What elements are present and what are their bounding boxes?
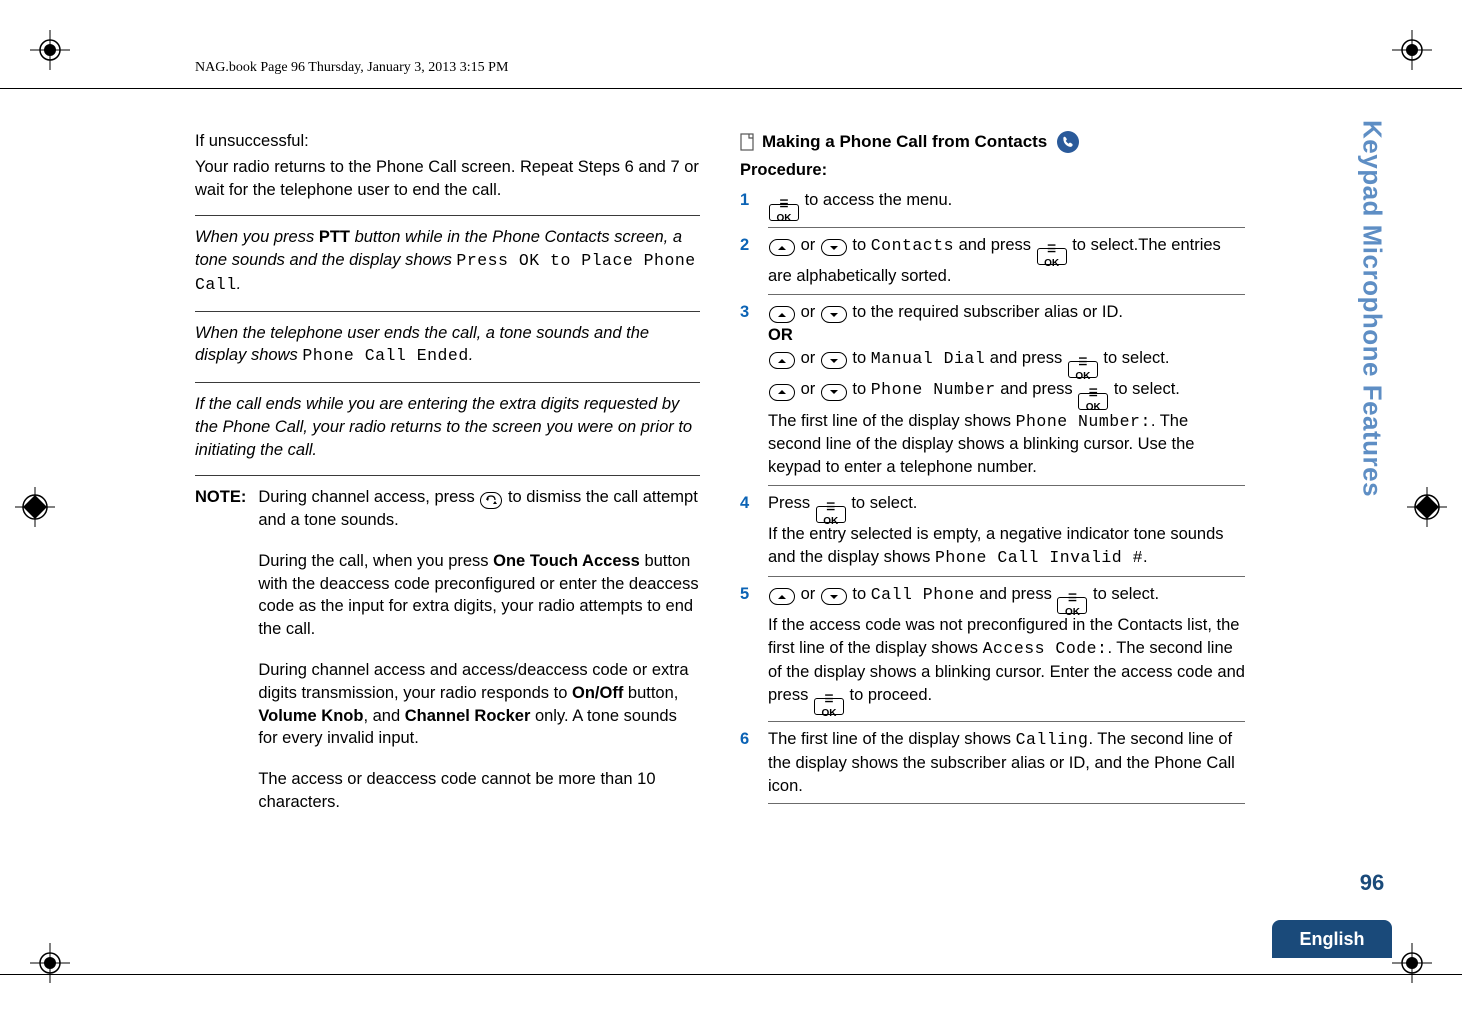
down-arrow-icon (821, 306, 847, 323)
step-number: 1 (740, 189, 754, 221)
step-number: 4 (740, 492, 754, 570)
side-tab: Keypad Microphone Features (1352, 90, 1392, 850)
para-extra-digits: If the call ends while you are entering … (195, 393, 700, 461)
doc-icon (740, 133, 754, 151)
ok-button-icon: ☰ OK (1057, 597, 1087, 614)
step-number: 2 (740, 234, 754, 288)
side-tab-text: Keypad Microphone Features (1357, 120, 1388, 497)
page-number-box: 96 (1352, 870, 1392, 896)
step-divider (768, 227, 1245, 228)
step-3: 3 or to the required subscriber alias or… (740, 298, 1245, 482)
step-number: 3 (740, 301, 754, 479)
note-label: NOTE: (195, 486, 246, 813)
up-arrow-icon (769, 384, 795, 401)
if-unsuccessful-label: If unsuccessful: (195, 130, 700, 153)
crop-line (0, 88, 1462, 89)
divider (195, 475, 700, 476)
crop-line (0, 974, 1462, 975)
para-call-ended: When the telephone user ends the call, a… (195, 322, 700, 369)
ok-button-icon: ☰ OK (1068, 361, 1098, 378)
step-divider (768, 721, 1245, 722)
if-unsuccessful-body: Your radio returns to the Phone Call scr… (195, 156, 700, 202)
divider (195, 382, 700, 383)
ok-button-icon: ☰ OK (814, 698, 844, 715)
running-head: NAG.book Page 96 Thursday, January 3, 20… (195, 60, 508, 76)
step-5: 5 or to Call Phone and press ☰ OK to sel… (740, 580, 1245, 718)
crop-mark-icon (30, 30, 70, 70)
ok-button-icon: ☰ OK (816, 506, 846, 523)
procedure-label: Procedure: (740, 159, 1245, 182)
note-block: NOTE: During channel access, press to di… (195, 486, 700, 813)
crop-mark-icon (1392, 30, 1432, 70)
crop-mark-icon (1392, 943, 1432, 983)
right-column: Making a Phone Call from Contacts Proced… (740, 130, 1245, 814)
divider (195, 215, 700, 216)
down-arrow-icon (821, 352, 847, 369)
step-number: 6 (740, 728, 754, 797)
crop-mark-icon (1407, 487, 1447, 527)
back-icon (480, 492, 502, 509)
ok-button-icon: ☰ OK (769, 204, 799, 221)
divider (195, 311, 700, 312)
crop-mark-icon (15, 487, 55, 527)
crop-mark-icon (30, 943, 70, 983)
language-tab: English (1272, 920, 1392, 958)
step-divider (768, 294, 1245, 295)
left-column: If unsuccessful: Your radio returns to t… (195, 130, 700, 814)
step-1: 1 ☰ OK to access the menu. (740, 186, 1245, 224)
procedure-title-text: Making a Phone Call from Contacts (762, 130, 1047, 153)
step-divider (768, 485, 1245, 486)
ok-button-icon: ☰ OK (1037, 248, 1067, 265)
page-number: 96 (1352, 870, 1392, 896)
step-divider (768, 576, 1245, 577)
up-arrow-icon (769, 306, 795, 323)
down-arrow-icon (821, 384, 847, 401)
phone-icon (1057, 131, 1079, 153)
para-ptt: When you press PTT button while in the P… (195, 226, 700, 296)
up-arrow-icon (769, 239, 795, 256)
note-body: During channel access, press to dismiss … (258, 486, 700, 813)
step-6: 6 The first line of the display shows Ca… (740, 725, 1245, 800)
ok-button-icon: ☰ OK (1078, 393, 1108, 410)
step-2: 2 or to Contacts and press ☰ OK to selec… (740, 231, 1245, 291)
up-arrow-icon (769, 588, 795, 605)
step-divider (768, 803, 1245, 804)
down-arrow-icon (821, 239, 847, 256)
step-number: 5 (740, 583, 754, 715)
up-arrow-icon (769, 352, 795, 369)
step-4: 4 Press ☰ OK to select. If the entry sel… (740, 489, 1245, 573)
down-arrow-icon (821, 588, 847, 605)
procedure-title: Making a Phone Call from Contacts (740, 130, 1245, 153)
